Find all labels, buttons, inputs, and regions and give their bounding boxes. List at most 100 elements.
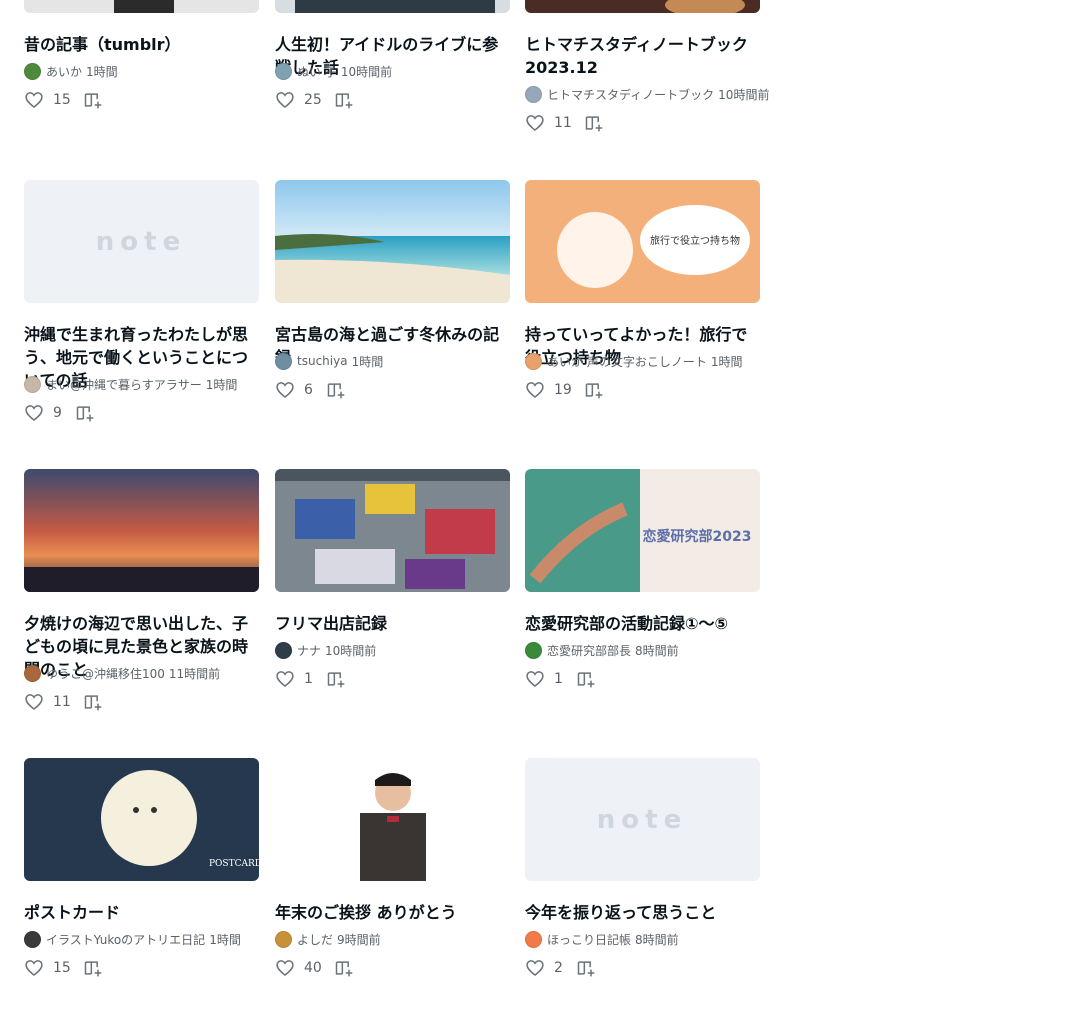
heart-icon[interactable] <box>525 669 554 689</box>
like-button[interactable]: 1 <box>525 669 576 689</box>
author-name[interactable]: tsuchiya <box>297 354 348 368</box>
article-thumbnail[interactable] <box>275 180 510 303</box>
add-to-magazine-icon[interactable] <box>326 380 346 400</box>
article-title[interactable]: ヒトマチスタディノートブック 2023.12 <box>525 33 760 79</box>
avatar[interactable] <box>275 352 292 370</box>
post-time: 11時間前 <box>168 666 221 681</box>
article-thumbnail[interactable] <box>24 469 259 592</box>
like-button[interactable]: 15 <box>24 958 83 978</box>
avatar[interactable] <box>525 85 542 103</box>
add-to-magazine-icon[interactable] <box>83 90 103 110</box>
article-meta: よしだ 9時間前 <box>275 930 381 948</box>
post-time: 8時間前 <box>635 932 679 947</box>
article-actions: 15 <box>24 88 103 112</box>
avatar[interactable] <box>24 375 41 393</box>
post-time: 1時間 <box>209 932 241 947</box>
add-to-magazine-icon[interactable] <box>83 958 103 978</box>
article-meta: ナナ 10時間前 <box>275 641 376 659</box>
heart-icon[interactable] <box>275 958 304 978</box>
heart-icon[interactable] <box>275 669 304 689</box>
article-title[interactable]: ポストカード <box>24 901 259 924</box>
post-time: 1時間 <box>710 354 743 369</box>
like-button[interactable]: 6 <box>275 380 326 400</box>
avatar[interactable] <box>275 62 292 80</box>
add-to-magazine-icon[interactable] <box>584 380 604 400</box>
post-time: 10時間前 <box>325 643 377 658</box>
article-thumbnail[interactable] <box>275 0 510 13</box>
article-title[interactable]: 恋愛研究部の活動記録①〜⑤ <box>525 612 760 635</box>
article-meta: tsuchiya 1時間 <box>275 352 383 370</box>
avatar[interactable] <box>24 62 41 80</box>
article-actions: 9 <box>24 401 95 425</box>
heart-icon[interactable] <box>525 113 554 133</box>
heart-icon[interactable] <box>24 958 53 978</box>
like-button[interactable]: 25 <box>275 90 334 110</box>
article-thumbnail[interactable] <box>24 0 259 13</box>
author-name[interactable]: あいか <box>46 63 82 80</box>
add-to-magazine-icon[interactable] <box>584 113 604 133</box>
avatar[interactable] <box>275 641 292 659</box>
article-thumbnail[interactable]: note <box>525 758 760 881</box>
heart-icon[interactable] <box>24 692 53 712</box>
add-to-magazine-icon[interactable] <box>326 669 346 689</box>
article-title[interactable]: 年末のご挨拶 ありがとう <box>275 901 510 924</box>
author-name[interactable]: イラストYukoのアトリエ日記 <box>46 931 205 948</box>
author-name[interactable]: ナナ <box>297 642 321 659</box>
like-count: 11 <box>53 694 71 710</box>
avatar[interactable] <box>525 352 542 370</box>
add-to-magazine-icon[interactable] <box>576 669 596 689</box>
article-thumbnail[interactable]: 旅行で役立つ持ち物 <box>525 180 760 303</box>
like-count: 25 <box>304 92 322 108</box>
article-thumbnail[interactable]: note <box>24 180 259 303</box>
like-button[interactable]: 2 <box>525 958 576 978</box>
article-actions: 11 <box>24 690 103 714</box>
heart-icon[interactable] <box>525 958 554 978</box>
author-name[interactable]: ぬい 子 <box>297 63 337 80</box>
author-name[interactable]: ヒトマチスタディノートブック <box>547 86 714 103</box>
author-name[interactable]: ほっこり日記帳 <box>547 931 631 948</box>
heart-icon[interactable] <box>24 403 53 423</box>
heart-icon[interactable] <box>275 90 304 110</box>
avatar[interactable] <box>525 641 542 659</box>
like-button[interactable]: 9 <box>24 403 75 423</box>
add-to-magazine-icon[interactable] <box>334 958 354 978</box>
like-button[interactable]: 19 <box>525 380 584 400</box>
author-name[interactable]: ゆうこ@沖縄移住100 <box>46 665 165 682</box>
article-title[interactable]: 昔の記事（tumblr） <box>24 33 259 56</box>
heart-icon[interactable] <box>525 380 554 400</box>
like-button[interactable]: 1 <box>275 669 326 689</box>
avatar[interactable] <box>24 664 41 682</box>
article-title[interactable]: フリマ出店記録 <box>275 612 510 635</box>
author-name[interactable]: あいか 声の文字おこしノート <box>547 353 707 370</box>
heart-icon[interactable] <box>24 90 53 110</box>
like-count: 40 <box>304 960 322 976</box>
heart-icon[interactable] <box>275 380 304 400</box>
add-to-magazine-icon[interactable] <box>334 90 354 110</box>
svg-text:旅行で役立つ持ち物: 旅行で役立つ持ち物 <box>650 234 740 247</box>
avatar[interactable] <box>275 930 292 948</box>
article-thumbnail[interactable]: POSTCARD <box>24 758 259 881</box>
avatar[interactable] <box>24 930 41 948</box>
article-meta: あいか 声の文字おこしノート 1時間 <box>525 352 742 370</box>
article-title[interactable]: 今年を振り返って思うこと <box>525 901 760 924</box>
author-name[interactable]: よしだ <box>297 931 333 948</box>
like-button[interactable]: 15 <box>24 90 83 110</box>
author-name[interactable]: 恋愛研究部部長 <box>547 642 631 659</box>
article-actions: 6 <box>275 378 346 402</box>
like-button[interactable]: 11 <box>525 113 584 133</box>
add-to-magazine-icon[interactable] <box>576 958 596 978</box>
add-to-magazine-icon[interactable] <box>83 692 103 712</box>
article-meta: ぬい 子 10時間前 <box>275 62 392 80</box>
like-button[interactable]: 11 <box>24 692 83 712</box>
svg-text:恋愛研究部2023: 恋愛研究部2023 <box>643 528 752 545</box>
article-thumbnail[interactable]: 恋愛研究部2023 <box>525 469 760 592</box>
like-button[interactable]: 40 <box>275 958 334 978</box>
like-count: 19 <box>554 382 572 398</box>
add-to-magazine-icon[interactable] <box>75 403 95 423</box>
article-thumbnail[interactable] <box>275 469 510 592</box>
article-thumbnail[interactable] <box>275 758 510 881</box>
author-name[interactable]: まい@沖縄で暮らすアラサー <box>46 376 202 393</box>
avatar[interactable] <box>525 930 542 948</box>
post-time: 8時間前 <box>635 643 679 658</box>
article-thumbnail[interactable] <box>525 0 760 13</box>
